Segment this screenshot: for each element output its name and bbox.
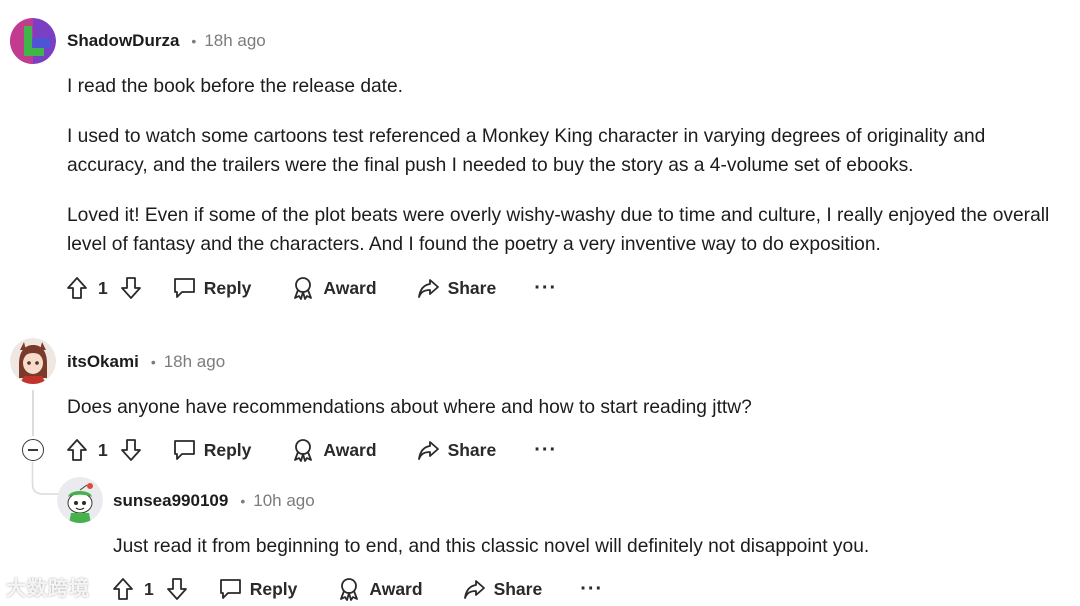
award-button[interactable]: Award bbox=[291, 438, 377, 462]
share-icon bbox=[417, 279, 439, 298]
downvote-button[interactable] bbox=[120, 438, 142, 462]
comment-paragraph: I read the book before the release date. bbox=[67, 76, 404, 97]
reply-label: Reply bbox=[203, 439, 252, 460]
downvote-icon bbox=[166, 578, 187, 600]
timestamp[interactable]: 10h ago bbox=[253, 491, 314, 511]
thread-line bbox=[32, 390, 34, 436]
upvote-icon bbox=[67, 277, 87, 299]
upvote-icon bbox=[67, 439, 87, 461]
share-button[interactable]: Share bbox=[417, 439, 497, 461]
upvote-button[interactable] bbox=[112, 577, 134, 601]
vote-count: 1 bbox=[98, 439, 108, 460]
avatar[interactable] bbox=[10, 338, 56, 384]
award-icon bbox=[294, 277, 313, 300]
username[interactable]: itsOkami bbox=[67, 352, 139, 372]
collapse-icon bbox=[28, 449, 38, 451]
comment-paragraph: I used to watch some cartoons test refer… bbox=[67, 126, 986, 176]
separator-dot: • bbox=[191, 33, 197, 49]
award-label: Award bbox=[323, 439, 377, 460]
username[interactable]: sunsea990109 bbox=[113, 491, 228, 511]
action-bar: 1 Reply Award Share ··· bbox=[112, 573, 603, 605]
share-icon bbox=[463, 580, 485, 599]
upvote-button[interactable] bbox=[66, 276, 88, 300]
reply-button[interactable]: Reply bbox=[173, 439, 252, 461]
comment-paragraph: Does anyone have recommendations about w… bbox=[67, 397, 752, 418]
separator-dot: • bbox=[150, 354, 156, 370]
share-icon bbox=[417, 441, 439, 460]
share-label: Share bbox=[447, 277, 497, 298]
action-bar: 1 Reply Award Share ··· bbox=[66, 272, 557, 304]
collapse-thread-button[interactable] bbox=[22, 439, 44, 461]
thread-connector bbox=[31, 462, 59, 495]
comment-paragraph: Just read it from beginning to end, and … bbox=[113, 536, 870, 557]
reply-label: Reply bbox=[203, 277, 252, 298]
avatar[interactable] bbox=[57, 477, 103, 523]
reply-button[interactable]: Reply bbox=[219, 578, 298, 600]
username[interactable]: ShadowDurza bbox=[67, 31, 179, 51]
vote-count: 1 bbox=[98, 277, 108, 298]
downvote-button[interactable] bbox=[166, 577, 188, 601]
downvote-button[interactable] bbox=[120, 276, 142, 300]
share-label: Share bbox=[447, 439, 497, 460]
reply-button[interactable]: Reply bbox=[173, 277, 252, 299]
reply-icon bbox=[219, 579, 241, 599]
share-button[interactable]: Share bbox=[463, 578, 543, 600]
reply-icon bbox=[173, 278, 195, 298]
downvote-icon bbox=[120, 439, 141, 461]
downvote-icon bbox=[120, 277, 141, 299]
timestamp[interactable]: 18h ago bbox=[204, 31, 265, 51]
separator-dot: • bbox=[240, 493, 246, 509]
share-label: Share bbox=[493, 578, 543, 599]
more-options-button[interactable]: ··· bbox=[580, 578, 603, 601]
award-button[interactable]: Award bbox=[337, 577, 423, 601]
more-options-button[interactable]: ··· bbox=[534, 439, 557, 462]
action-bar: 1 Reply Award Share ··· bbox=[66, 434, 557, 466]
share-button[interactable]: Share bbox=[417, 277, 497, 299]
comment-paragraph: Loved it! Even if some of the plot beats… bbox=[67, 205, 1050, 255]
more-options-button[interactable]: ··· bbox=[534, 277, 557, 300]
upvote-icon bbox=[113, 578, 133, 600]
award-label: Award bbox=[323, 277, 377, 298]
timestamp[interactable]: 18h ago bbox=[164, 352, 225, 372]
reply-label: Reply bbox=[249, 578, 298, 599]
vote-count: 1 bbox=[144, 578, 154, 599]
award-icon bbox=[294, 439, 313, 462]
avatar[interactable] bbox=[10, 18, 56, 64]
award-label: Award bbox=[369, 578, 423, 599]
award-icon bbox=[340, 578, 359, 601]
award-button[interactable]: Award bbox=[291, 276, 377, 300]
reply-icon bbox=[173, 440, 195, 460]
watermark: 大数跨境 bbox=[6, 578, 90, 600]
comment-body: I read the book before the release date.… bbox=[67, 72, 1062, 280]
upvote-button[interactable] bbox=[66, 438, 88, 462]
